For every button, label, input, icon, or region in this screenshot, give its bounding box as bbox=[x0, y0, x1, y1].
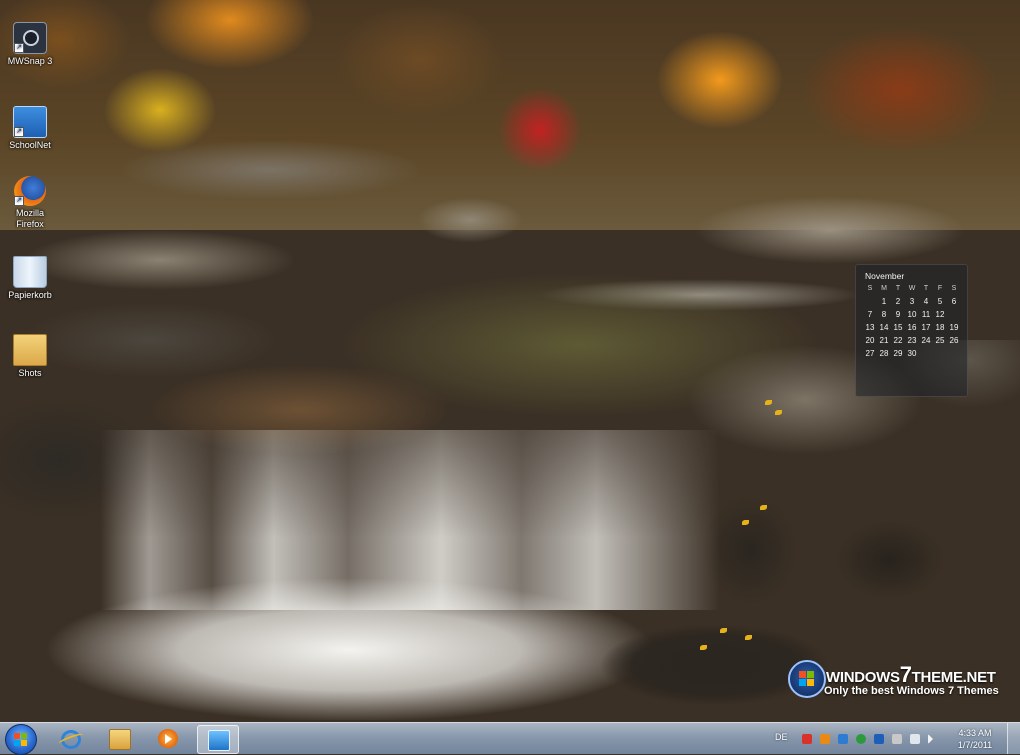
show-desktop-button[interactable] bbox=[1007, 723, 1020, 754]
shortcut-arrow-icon: ↗ bbox=[14, 196, 24, 206]
calendar-day[interactable]: 13 bbox=[863, 323, 877, 333]
calendar-day[interactable]: 9 bbox=[891, 310, 905, 320]
recycle-bin-icon bbox=[13, 256, 47, 288]
language-indicator[interactable]: DE bbox=[775, 732, 788, 742]
calendar-weekdays: S M TWT F S bbox=[863, 285, 963, 292]
folder-icon bbox=[109, 729, 131, 750]
taskbar-media-player[interactable] bbox=[148, 725, 188, 752]
calendar-day bbox=[919, 349, 933, 359]
tray-app-icon[interactable] bbox=[820, 734, 830, 744]
calendar-day[interactable]: 15 bbox=[891, 323, 905, 333]
app-icon: ↗ bbox=[13, 106, 47, 138]
calendar-weekday: S bbox=[867, 285, 873, 292]
calendar-day[interactable]: 10 bbox=[905, 310, 919, 320]
shortcut-arrow-icon: ↗ bbox=[14, 127, 24, 137]
windows-logo-icon bbox=[788, 660, 826, 698]
calendar-day[interactable]: 30 bbox=[905, 349, 919, 359]
calendar-day[interactable]: 20 bbox=[863, 336, 877, 346]
theme-watermark: WINDOWS7THEME.NET Only the best Windows … bbox=[788, 658, 1003, 704]
calendar-day[interactable]: 24 bbox=[919, 336, 933, 346]
clock-date: 1/7/2011 bbox=[957, 740, 993, 750]
desktop-icon-firefox[interactable]: ↗ Mozilla Firefox bbox=[2, 176, 58, 230]
calendar-day[interactable]: 2 bbox=[891, 297, 905, 307]
calendar-day[interactable]: 11 bbox=[919, 310, 933, 320]
media-player-icon bbox=[158, 729, 178, 748]
calendar-day[interactable]: 19 bbox=[947, 323, 961, 333]
folder-icon bbox=[13, 334, 47, 366]
calendar-day[interactable]: 7 bbox=[863, 310, 877, 320]
calendar-day bbox=[947, 349, 961, 359]
desktop-icon-schoolnet[interactable]: ↗ SchoolNet bbox=[2, 106, 58, 151]
calendar-days: 1 2 3 4 5 6 7 8 9 10 11 12 13 14 15 16 17 18 19 20 21 22 23 24 2… bbox=[863, 297, 963, 359]
leaf-decoration bbox=[745, 635, 752, 640]
leaf-decoration bbox=[760, 505, 767, 510]
network-icon[interactable] bbox=[910, 734, 920, 744]
tray-clock[interactable]: 4:33 AM 1/7/2011 bbox=[950, 727, 1000, 751]
leaf-decoration bbox=[720, 628, 727, 633]
ie-icon bbox=[61, 730, 81, 749]
taskbar: DE 4:33 AM 1/7/2011 bbox=[0, 722, 1020, 755]
camera-icon: ↗ bbox=[13, 22, 47, 54]
calendar-day[interactable]: 27 bbox=[863, 349, 877, 359]
tray-app-icon[interactable] bbox=[838, 734, 848, 744]
calendar-weekday: T bbox=[923, 285, 929, 292]
calendar-month: November bbox=[865, 271, 905, 281]
screen-icon bbox=[208, 730, 230, 751]
desktop-icon-label: Shots bbox=[18, 368, 42, 378]
calendar-day[interactable]: 21 bbox=[877, 336, 891, 346]
leaf-decoration bbox=[765, 400, 772, 405]
watermark-subtitle: Only the best Windows 7 Themes bbox=[824, 685, 999, 697]
desktop-icon-mwsnap[interactable]: ↗ MWSnap 3 bbox=[2, 22, 58, 67]
calendar-day[interactable]: 22 bbox=[891, 336, 905, 346]
windows-logo-icon bbox=[14, 733, 20, 739]
volume-icon[interactable] bbox=[928, 734, 933, 744]
system-tray: DE 4:33 AM 1/7/2011 bbox=[770, 723, 1020, 754]
leaf-decoration bbox=[700, 645, 707, 650]
start-button[interactable] bbox=[5, 724, 37, 755]
calendar-day[interactable]: 23 bbox=[905, 336, 919, 346]
desktop-icon-recycle-bin[interactable]: Papierkorb bbox=[2, 256, 58, 301]
calendar-day[interactable]: 12 bbox=[933, 310, 947, 320]
taskbar-screen-app[interactable] bbox=[197, 725, 239, 754]
calendar-day[interactable]: 16 bbox=[905, 323, 919, 333]
calendar-day[interactable]: 5 bbox=[933, 297, 947, 307]
desktop-icon-shots[interactable]: Shots bbox=[2, 334, 58, 379]
calendar-day[interactable]: 28 bbox=[877, 349, 891, 359]
calendar-day[interactable]: 8 bbox=[877, 310, 891, 320]
calendar-weekday: M bbox=[881, 285, 887, 292]
calendar-day[interactable]: 1 bbox=[877, 297, 891, 307]
clock-time: 4:33 AM bbox=[958, 728, 992, 738]
calendar-day[interactable]: 6 bbox=[947, 297, 961, 307]
calendar-day bbox=[933, 349, 947, 359]
desktop-icon-label: MWSnap 3 bbox=[7, 56, 53, 66]
calendar-day[interactable]: 25 bbox=[933, 336, 947, 346]
calendar-day[interactable]: 29 bbox=[891, 349, 905, 359]
calendar-day bbox=[863, 297, 877, 307]
shortcut-arrow-icon: ↗ bbox=[14, 43, 24, 53]
desktop-icon-label: SchoolNet bbox=[9, 140, 51, 150]
desktop-icon-label: Papierkorb bbox=[8, 290, 52, 300]
calendar-weekday: T bbox=[895, 285, 901, 292]
calendar-gadget[interactable]: November SMTWTFS 1 2 3 4 5 6 7 8 9 10 11 12 13 14 15 16… bbox=[855, 264, 968, 397]
leaf-decoration bbox=[742, 520, 749, 525]
calendar-day[interactable]: 26 bbox=[947, 336, 961, 346]
action-center-icon[interactable] bbox=[892, 734, 902, 744]
calendar-day[interactable]: 4 bbox=[919, 297, 933, 307]
calendar-day[interactable]: 3 bbox=[905, 297, 919, 307]
firefox-icon: ↗ bbox=[14, 176, 46, 206]
calendar-weekday: S bbox=[951, 285, 957, 292]
calendar-day[interactable]: 17 bbox=[919, 323, 933, 333]
taskbar-internet-explorer[interactable] bbox=[50, 725, 90, 752]
calendar-day[interactable]: 14 bbox=[877, 323, 891, 333]
desktop-icon-label: Mozilla Firefox bbox=[15, 208, 44, 229]
calendar-weekday: W bbox=[908, 285, 916, 292]
antivirus-icon[interactable] bbox=[802, 734, 812, 744]
calendar-day[interactable]: 18 bbox=[933, 323, 947, 333]
leaf-decoration bbox=[775, 410, 782, 415]
calendar-day bbox=[947, 310, 961, 320]
calendar-weekday: F bbox=[937, 285, 943, 292]
tray-app-icon[interactable] bbox=[874, 734, 884, 744]
tray-app-icon[interactable] bbox=[856, 734, 866, 744]
taskbar-file-explorer[interactable] bbox=[99, 725, 139, 752]
